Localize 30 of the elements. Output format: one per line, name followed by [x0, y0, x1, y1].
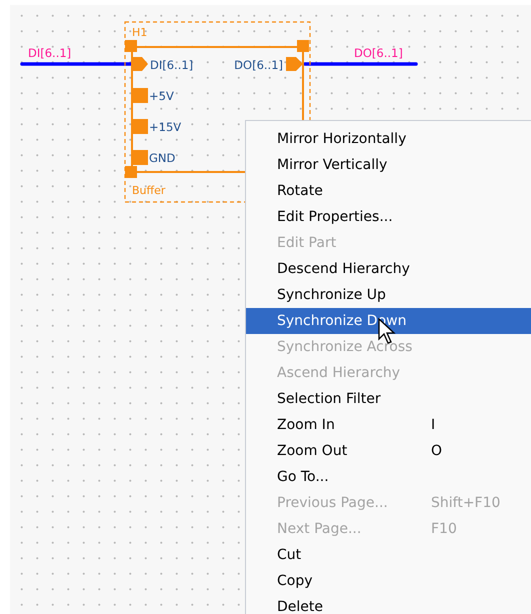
net-label: DI[6..1]: [28, 46, 72, 60]
part-reference: H1: [132, 26, 148, 39]
menu-item[interactable]: Copy: [246, 568, 531, 594]
handle-icon[interactable]: [125, 40, 137, 52]
menu-item[interactable]: Rotate: [246, 178, 531, 204]
input-pin-icon: [133, 57, 148, 71]
menu-item[interactable]: Zoom In I: [246, 412, 531, 438]
menu-item[interactable]: Go To...: [246, 464, 531, 490]
power-pin-icon: [133, 150, 148, 165]
pin-label: DO[6..1]: [234, 58, 283, 72]
menu-item[interactable]: Synchronize Up: [246, 282, 531, 308]
output-pin-icon: [286, 57, 303, 71]
net-label: DO[6..1]: [354, 46, 403, 60]
menu-item[interactable]: Mirror Horizontally: [246, 126, 531, 152]
menu-item[interactable]: Mirror Vertically: [246, 152, 531, 178]
pin-label: +15V: [149, 120, 182, 134]
handle-icon[interactable]: [125, 166, 137, 178]
menu-item[interactable]: Descend Hierarchy: [246, 256, 531, 282]
pin-label: +5V: [149, 89, 174, 103]
power-pin-icon: [133, 88, 148, 103]
pin-label: GND: [149, 151, 176, 165]
menu-item[interactable]: Cut: [246, 542, 531, 568]
pin-label: DI[6..1]: [150, 58, 194, 72]
menu-item[interactable]: Edit Properties...: [246, 204, 531, 230]
part-name: Buffer: [132, 184, 166, 197]
menu-item[interactable]: Delete: [246, 594, 531, 614]
menu-item[interactable]: Selection Filter: [246, 386, 531, 412]
handle-icon[interactable]: [297, 40, 309, 52]
power-pin-icon: [133, 119, 148, 134]
menu-item[interactable]: Zoom Out O: [246, 438, 531, 464]
